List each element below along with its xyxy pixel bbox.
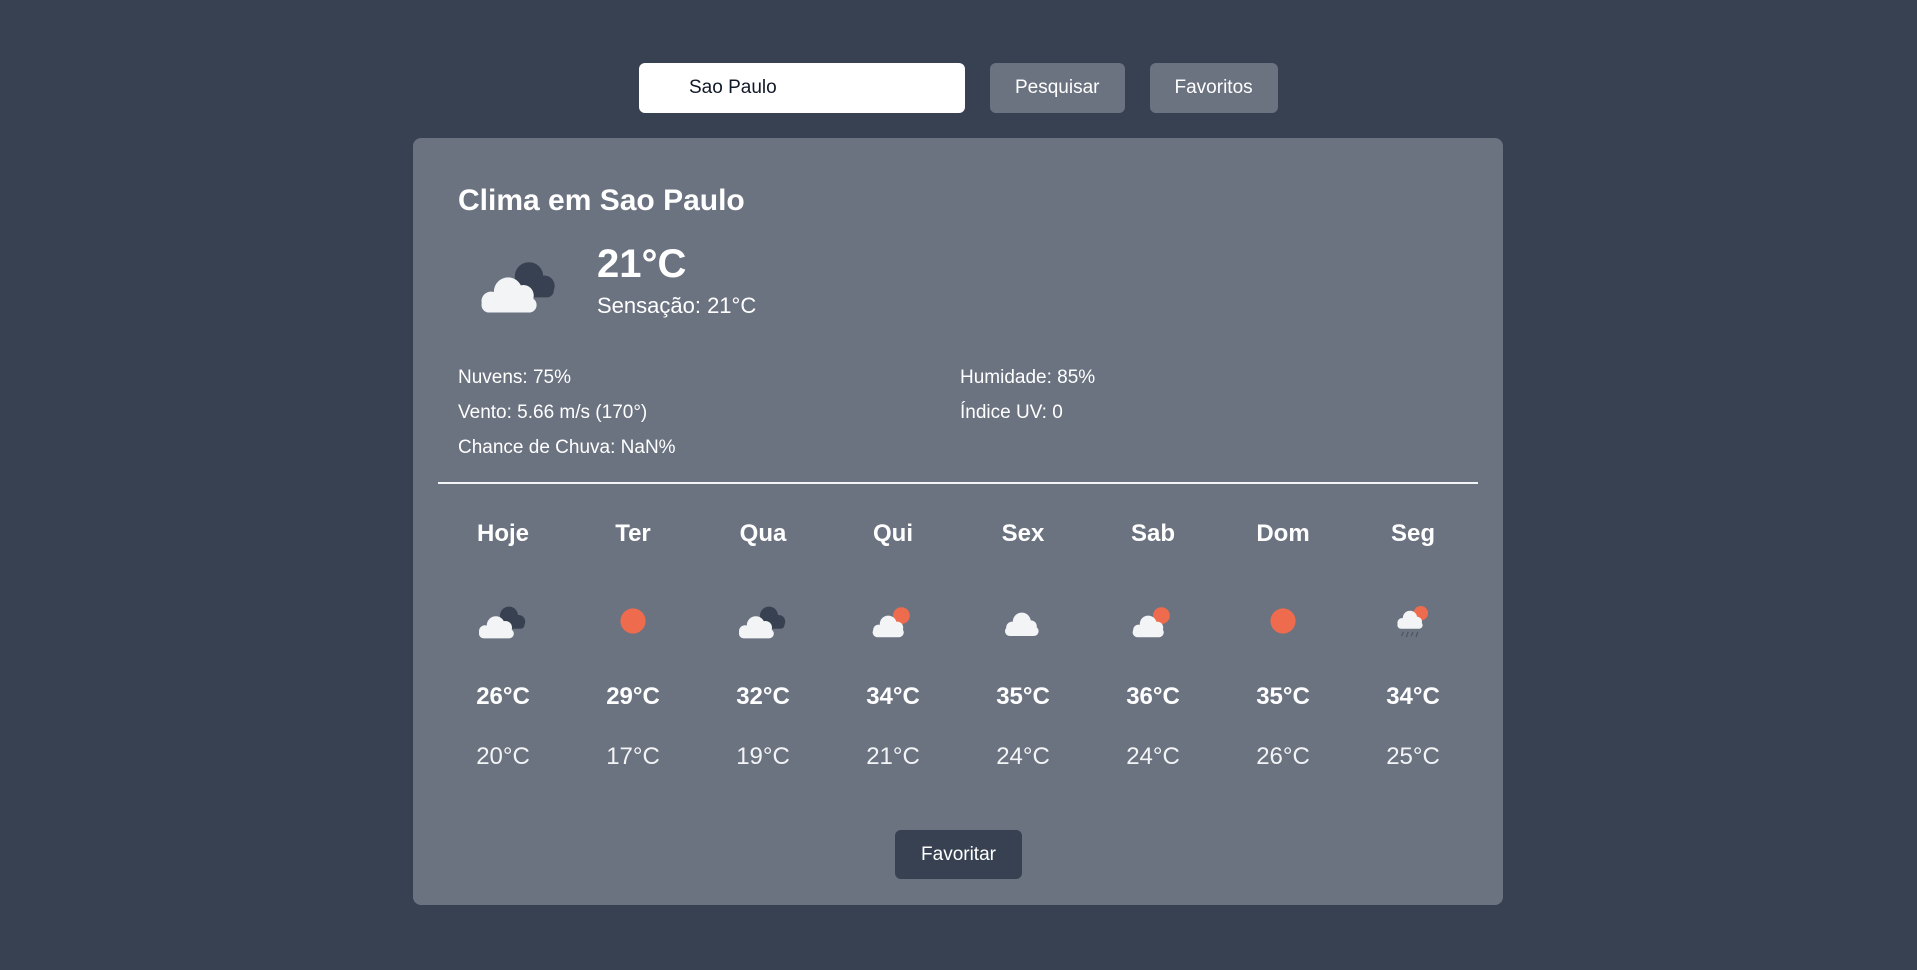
forecast-max-temp: 29°C (606, 683, 660, 710)
forecast-min-temp: 24°C (1126, 743, 1180, 770)
cloudy-icon (472, 250, 567, 320)
forecast-min-temp: 20°C (476, 743, 530, 770)
humidity-detail: Humidade: 85% (960, 367, 1096, 388)
search-button[interactable]: Pesquisar (990, 63, 1125, 113)
clouds-detail: Nuvens: 75% (458, 367, 572, 388)
sun-icon (603, 598, 663, 644)
forecast-day-label: Seg (1390, 520, 1435, 547)
uv-detail: Índice UV: 0 (960, 402, 1063, 423)
weather-title: Clima em Sao Paulo (458, 184, 745, 217)
forecast-day: Qua 32°C 19°C (698, 520, 828, 771)
forecast-day: Ter 29°C 17°C (568, 520, 698, 771)
cloudy-icon (473, 598, 533, 644)
forecast-day-label: Ter (615, 520, 651, 547)
wind-detail: Vento: 5.66 m/s (170°) (458, 402, 648, 423)
forecast-min-temp: 17°C (606, 743, 660, 770)
divider (438, 482, 1478, 484)
forecast-max-temp: 34°C (1386, 683, 1440, 710)
favorite-button[interactable]: Favoritar (895, 830, 1022, 879)
partly-cloudy-icon (863, 598, 923, 644)
forecast-max-temp: 35°C (996, 683, 1050, 710)
forecast-day: Qui 34°C 21°C (828, 520, 958, 771)
rain-chance-detail: Chance de Chuva: NaN% (458, 437, 676, 458)
forecast-day: Hoje 26°C 20°C (438, 520, 568, 771)
forecast-min-temp: 25°C (1386, 743, 1440, 770)
forecast-day-label: Hoje (476, 520, 529, 547)
forecast-day-label: Dom (1256, 520, 1310, 547)
forecast-min-temp: 26°C (1256, 743, 1310, 770)
rain-sun-icon (1383, 598, 1443, 644)
forecast-max-temp: 26°C (476, 683, 530, 710)
forecast-day: Sex 35°C 24°C (958, 520, 1088, 771)
forecast-min-temp: 21°C (866, 743, 920, 770)
forecast-max-temp: 36°C (1126, 683, 1180, 710)
cloud-icon (993, 598, 1053, 644)
partly-cloudy-icon (1123, 598, 1183, 644)
forecast-min-temp: 24°C (996, 743, 1050, 770)
forecast-day: Dom 35°C 26°C (1218, 520, 1348, 771)
forecast-day-label: Qua (739, 520, 787, 547)
forecast-min-temp: 19°C (736, 743, 790, 770)
forecast-day: Sab 36°C 24°C (1088, 520, 1218, 771)
current-temperature: 21°C (597, 242, 687, 286)
forecast-max-temp: 32°C (736, 683, 790, 710)
forecast-day-label: Sab (1130, 520, 1175, 547)
search-bar: Pesquisar Favoritos (639, 63, 1278, 113)
forecast-day-label: Sex (1001, 520, 1045, 547)
feels-like: Sensação: 21°C (597, 293, 757, 318)
forecast-max-temp: 34°C (866, 683, 920, 710)
forecast-day: Seg 34°C 25°C (1348, 520, 1478, 771)
sun-icon (1253, 598, 1313, 644)
favorites-button[interactable]: Favoritos (1149, 63, 1278, 113)
cloudy-icon (733, 598, 793, 644)
forecast-day-label: Qui (873, 520, 913, 547)
search-input[interactable] (639, 63, 965, 113)
forecast-max-temp: 35°C (1256, 683, 1310, 710)
